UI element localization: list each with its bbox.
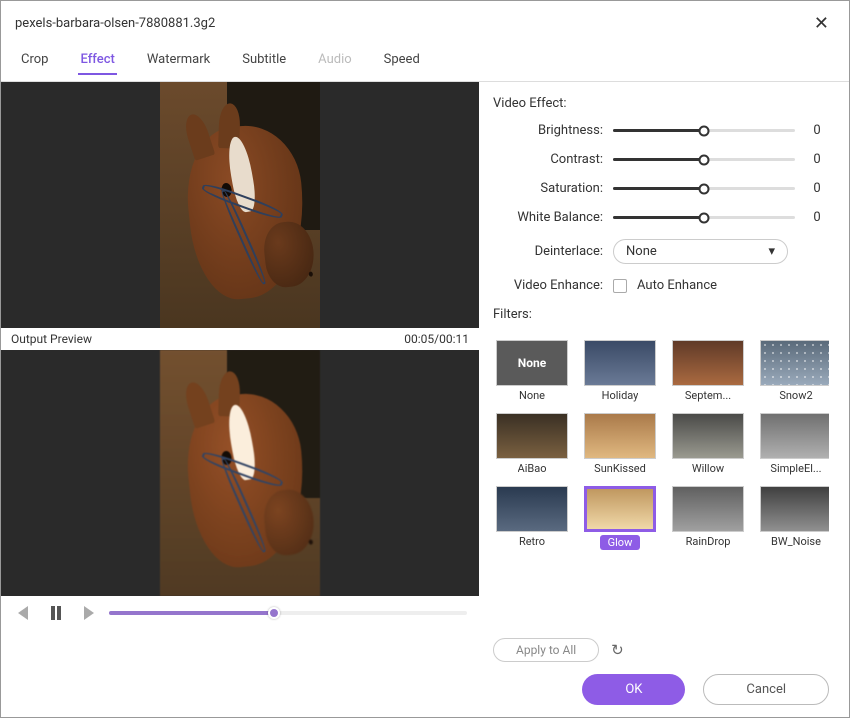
deinterlace-select[interactable]: None ▾	[613, 239, 788, 264]
filter-thumb-snow2[interactable]	[760, 340, 829, 386]
slider-contrast[interactable]	[613, 158, 795, 161]
filter-name: Willow	[692, 462, 724, 475]
slider-value-3: 0	[805, 210, 829, 225]
next-button[interactable]	[77, 602, 99, 624]
slider-whitebalance[interactable]	[613, 216, 795, 219]
filter-thumb-aibao[interactable]	[496, 413, 568, 459]
filter-thumb-bw_noise[interactable]	[760, 486, 829, 532]
auto-enhance-checkbox[interactable]	[613, 279, 627, 293]
filter-name: Snow2	[779, 389, 812, 402]
window-title: pexels-barbara-olsen-7880881.3g2	[15, 16, 808, 31]
filter-name: SunKissed	[594, 462, 646, 475]
tab-watermark[interactable]: Watermark	[145, 46, 212, 75]
filters-grid: None None Holiday Septem... Snow2 AiBao SunKis…	[493, 340, 829, 555]
output-preview-label: Output Preview	[11, 332, 92, 346]
slider-label-2: Saturation:	[493, 181, 603, 196]
chevron-down-icon: ▾	[768, 244, 775, 259]
video-enhance-label: Video Enhance:	[493, 278, 603, 293]
slider-brightness[interactable]	[613, 129, 795, 132]
filter-thumb-none[interactable]: None	[496, 340, 568, 386]
filter-thumb-holiday[interactable]	[584, 340, 656, 386]
pause-button[interactable]	[45, 602, 67, 624]
filter-thumb-raindrop[interactable]	[672, 486, 744, 532]
filter-name: Glow	[600, 535, 641, 550]
filter-name: SimpleEl...	[770, 462, 821, 475]
filter-name: BW_Noise	[771, 535, 821, 548]
filter-thumb-willow[interactable]	[672, 413, 744, 459]
tab-effect[interactable]: Effect	[78, 46, 116, 75]
filter-thumb-septem[interactable]	[672, 340, 744, 386]
deinterlace-label: Deinterlace:	[493, 244, 603, 259]
prev-button[interactable]	[13, 602, 35, 624]
close-button[interactable]: ✕	[808, 11, 835, 36]
slider-value-2: 0	[805, 181, 829, 196]
filter-thumb-glow[interactable]	[584, 486, 656, 532]
slider-value-1: 0	[805, 152, 829, 167]
tab-speed[interactable]: Speed	[382, 46, 422, 75]
filter-name: RainDrop	[686, 535, 731, 548]
filters-label: Filters:	[493, 307, 829, 322]
cancel-button[interactable]: Cancel	[703, 674, 829, 705]
video-effect-label: Video Effect:	[493, 96, 829, 111]
tabs: Crop Effect Watermark Subtitle Audio Speed	[1, 42, 849, 82]
tab-audio: Audio	[316, 46, 353, 75]
filter-thumb-sunkissed[interactable]	[584, 413, 656, 459]
playback-slider[interactable]	[109, 611, 467, 615]
output-preview	[1, 350, 479, 596]
auto-enhance-text: Auto Enhance	[637, 278, 717, 293]
slider-value-0: 0	[805, 123, 829, 138]
slider-label-1: Contrast:	[493, 152, 603, 167]
preview-time: 00:05/00:11	[404, 332, 469, 346]
filter-name: None	[519, 389, 545, 402]
ok-button[interactable]: OK	[582, 674, 685, 705]
reset-icon[interactable]: ↻	[611, 641, 624, 659]
filter-name: Retro	[519, 535, 545, 548]
filter-name: Septem...	[685, 389, 731, 402]
filter-name: AiBao	[518, 462, 547, 475]
apply-to-all-button[interactable]: Apply to All	[493, 638, 599, 662]
filter-thumb-retro[interactable]	[496, 486, 568, 532]
tab-crop[interactable]: Crop	[19, 46, 50, 75]
tab-subtitle[interactable]: Subtitle	[240, 46, 288, 75]
filter-name: Holiday	[602, 389, 639, 402]
filter-thumb-simpleel[interactable]	[760, 413, 829, 459]
slider-label-0: Brightness:	[493, 123, 603, 138]
slider-label-3: White Balance:	[493, 210, 603, 225]
slider-saturation[interactable]	[613, 187, 795, 190]
deinterlace-value: None	[626, 244, 657, 259]
original-preview	[1, 82, 479, 328]
